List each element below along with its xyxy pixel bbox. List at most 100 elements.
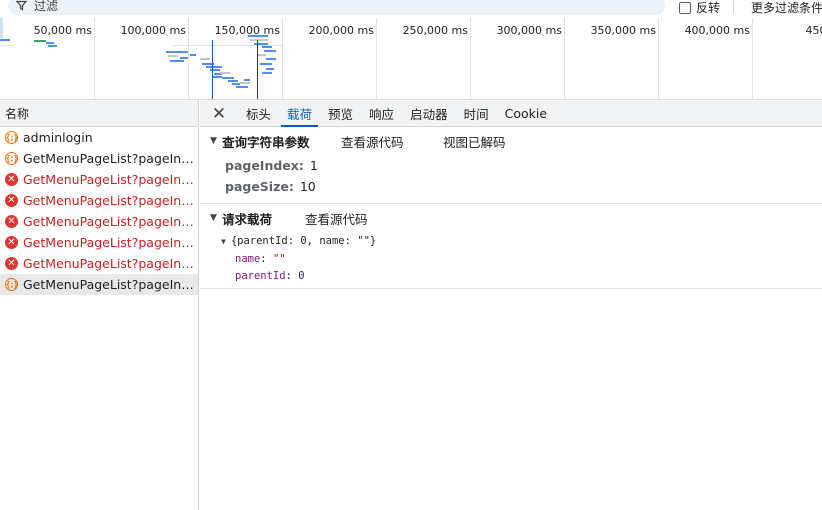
payload-object-summary[interactable]: ▼ {parentId: 0, name: ""} [200, 232, 822, 250]
request-row[interactable]: ✕ GetMenuPageList?pageInde... [0, 211, 198, 232]
request-payload-section: ▼ 请求载荷 查看源代码 ▼ {parentId: 0, name: ""} n… [200, 204, 822, 289]
query-param-row: pageIndex: 1 [200, 155, 822, 176]
request-payload-title: 请求载荷 [222, 211, 273, 227]
waterfall-bar [34, 40, 46, 42]
param-value: 1 [309, 158, 318, 173]
property-key: name [235, 252, 261, 265]
waterfall-bar [206, 66, 222, 68]
timeline-tick-line [188, 18, 189, 99]
waterfall-bar [166, 51, 188, 53]
request-name: GetMenuPageList?pageInde... [23, 214, 198, 229]
waterfall-bar [228, 80, 238, 82]
timeline-divider [0, 45, 14, 46]
request-detail-pane: ✕ 标头 载荷 预览 响应 启动器 时间 Cookie ▼ 查询字符串参数 查看… [200, 101, 822, 510]
payload-property-row: parentId: 0 [235, 269, 305, 282]
name-column-label: 名称 [5, 107, 30, 121]
timeline-tick-label: 400,000 ms [684, 24, 750, 37]
waterfall-bar [262, 46, 272, 48]
request-name: GetMenuPageList?pageInde... [23, 151, 198, 166]
tab-preview[interactable]: 预览 [320, 101, 361, 126]
request-row[interactable]: {;} adminlogin [0, 127, 198, 148]
filter-icon [16, 0, 28, 12]
waterfall-bar [180, 57, 188, 59]
waterfall-bar [46, 42, 54, 44]
filter-input[interactable]: 过滤 [8, 0, 665, 15]
request-name: GetMenuPageList?pageInde... [23, 277, 198, 292]
xhr-icon: {;} [5, 152, 18, 165]
waterfall-bar [250, 39, 268, 41]
waterfall-bar [266, 68, 274, 70]
payload-property-row: name: "" [235, 252, 286, 265]
param-key: pageIndex: [225, 158, 304, 173]
tab-timing[interactable]: 时间 [456, 101, 497, 126]
waterfall-bar [248, 35, 268, 37]
more-filters-button[interactable]: 更多过滤条件 [751, 0, 822, 16]
timeline-tick-line [376, 18, 377, 99]
error-icon: ✕ [5, 173, 18, 186]
request-name: adminlogin [23, 130, 93, 145]
error-icon: ✕ [5, 194, 18, 207]
property-value: "" [272, 252, 286, 265]
xhr-icon: {;} [5, 131, 18, 144]
error-icon: ✕ [5, 236, 18, 249]
waterfall-bar [170, 60, 184, 62]
request-name: GetMenuPageList?pageInde... [23, 235, 198, 250]
invert-checkbox[interactable] [679, 1, 691, 14]
tab-initiator[interactable]: 启动器 [402, 101, 456, 126]
query-params-header[interactable]: ▼ 查询字符串参数 查看源代码 视图已解码 [200, 127, 822, 155]
filter-placeholder: 过滤 [34, 0, 59, 13]
waterfall-bar [0, 39, 10, 41]
view-decoded-button[interactable]: 视图已解码 [443, 132, 506, 151]
waterfall-bar [168, 55, 178, 57]
view-source-button[interactable]: 查看源代码 [341, 132, 404, 151]
timeline-overview[interactable]: 50,000 ms 100,000 ms 150,000 ms 200,000 ms 2… [0, 18, 822, 100]
waterfall-bar [260, 63, 272, 65]
tab-response[interactable]: 响应 [361, 101, 402, 126]
request-row[interactable]: ✕ GetMenuPageList?pageInde... [0, 190, 198, 211]
param-key: pageSize: [225, 179, 294, 194]
request-row[interactable]: {;} GetMenuPageList?pageInde... [0, 274, 198, 295]
payload-view-source-button[interactable]: 查看源代码 [305, 209, 368, 228]
request-name: GetMenuPageList?pageInde... [23, 193, 198, 208]
timeline-tick-label: 350,000 ms [590, 24, 656, 37]
timeline-tick-label: 100,000 ms [120, 24, 186, 37]
timeline-tick-line [658, 18, 659, 99]
waterfall-bar [244, 79, 250, 81]
timeline-tick-label: 300,000 ms [496, 24, 562, 37]
request-list: 名称 {;} adminlogin {;} GetMenuPageList?pageI… [0, 101, 199, 510]
param-value: 10 [299, 179, 316, 194]
collapse-triangle-icon: ▼ [210, 136, 217, 146]
load-event-marker [257, 40, 258, 99]
timeline-tick-line [470, 18, 471, 99]
timeline-tick-line [752, 18, 753, 99]
error-icon: ✕ [5, 215, 18, 228]
name-column-header[interactable]: 名称 [0, 101, 198, 127]
expand-triangle-icon: ▼ [221, 236, 226, 246]
error-icon: ✕ [5, 257, 18, 270]
property-key: parentId [235, 269, 286, 282]
xhr-icon: {;} [5, 278, 18, 291]
waterfall-bar [232, 83, 240, 85]
request-payload-header[interactable]: ▼ 请求载荷 查看源代码 [200, 204, 822, 232]
timeline-range-handle[interactable] [0, 18, 3, 38]
dom-content-loaded-marker [212, 40, 213, 99]
payload-summary-text: {parentId: 0, name: ""} [230, 235, 377, 247]
tab-headers[interactable]: 标头 [238, 101, 279, 126]
timeline-tick-label: 50,000 ms [33, 24, 92, 37]
waterfall-bar [262, 72, 272, 74]
request-row[interactable]: ✕ GetMenuPageList?pageInde... [0, 232, 198, 253]
filter-bar: 过滤 反转 更多过滤条件 [0, 0, 822, 16]
waterfall-bar [236, 86, 248, 88]
query-param-row: pageSize: 10 [200, 176, 822, 197]
timeline-tick-label: 450,00 [805, 24, 822, 37]
request-row[interactable]: ✕ GetMenuPageList?pageInde... [0, 169, 198, 190]
invert-toggle[interactable]: 反转 [679, 0, 720, 16]
tab-cookies[interactable]: Cookie [497, 101, 555, 126]
request-row[interactable]: ✕ GetMenuPageList?pageInde... [0, 253, 198, 274]
request-row[interactable]: {;} GetMenuPageList?pageInde... [0, 148, 198, 169]
waterfall-bar [48, 45, 57, 47]
close-icon[interactable]: ✕ [200, 101, 238, 126]
waterfall-bar [240, 82, 250, 84]
tab-payload[interactable]: 载荷 [279, 101, 320, 127]
waterfall-bar [190, 54, 196, 56]
